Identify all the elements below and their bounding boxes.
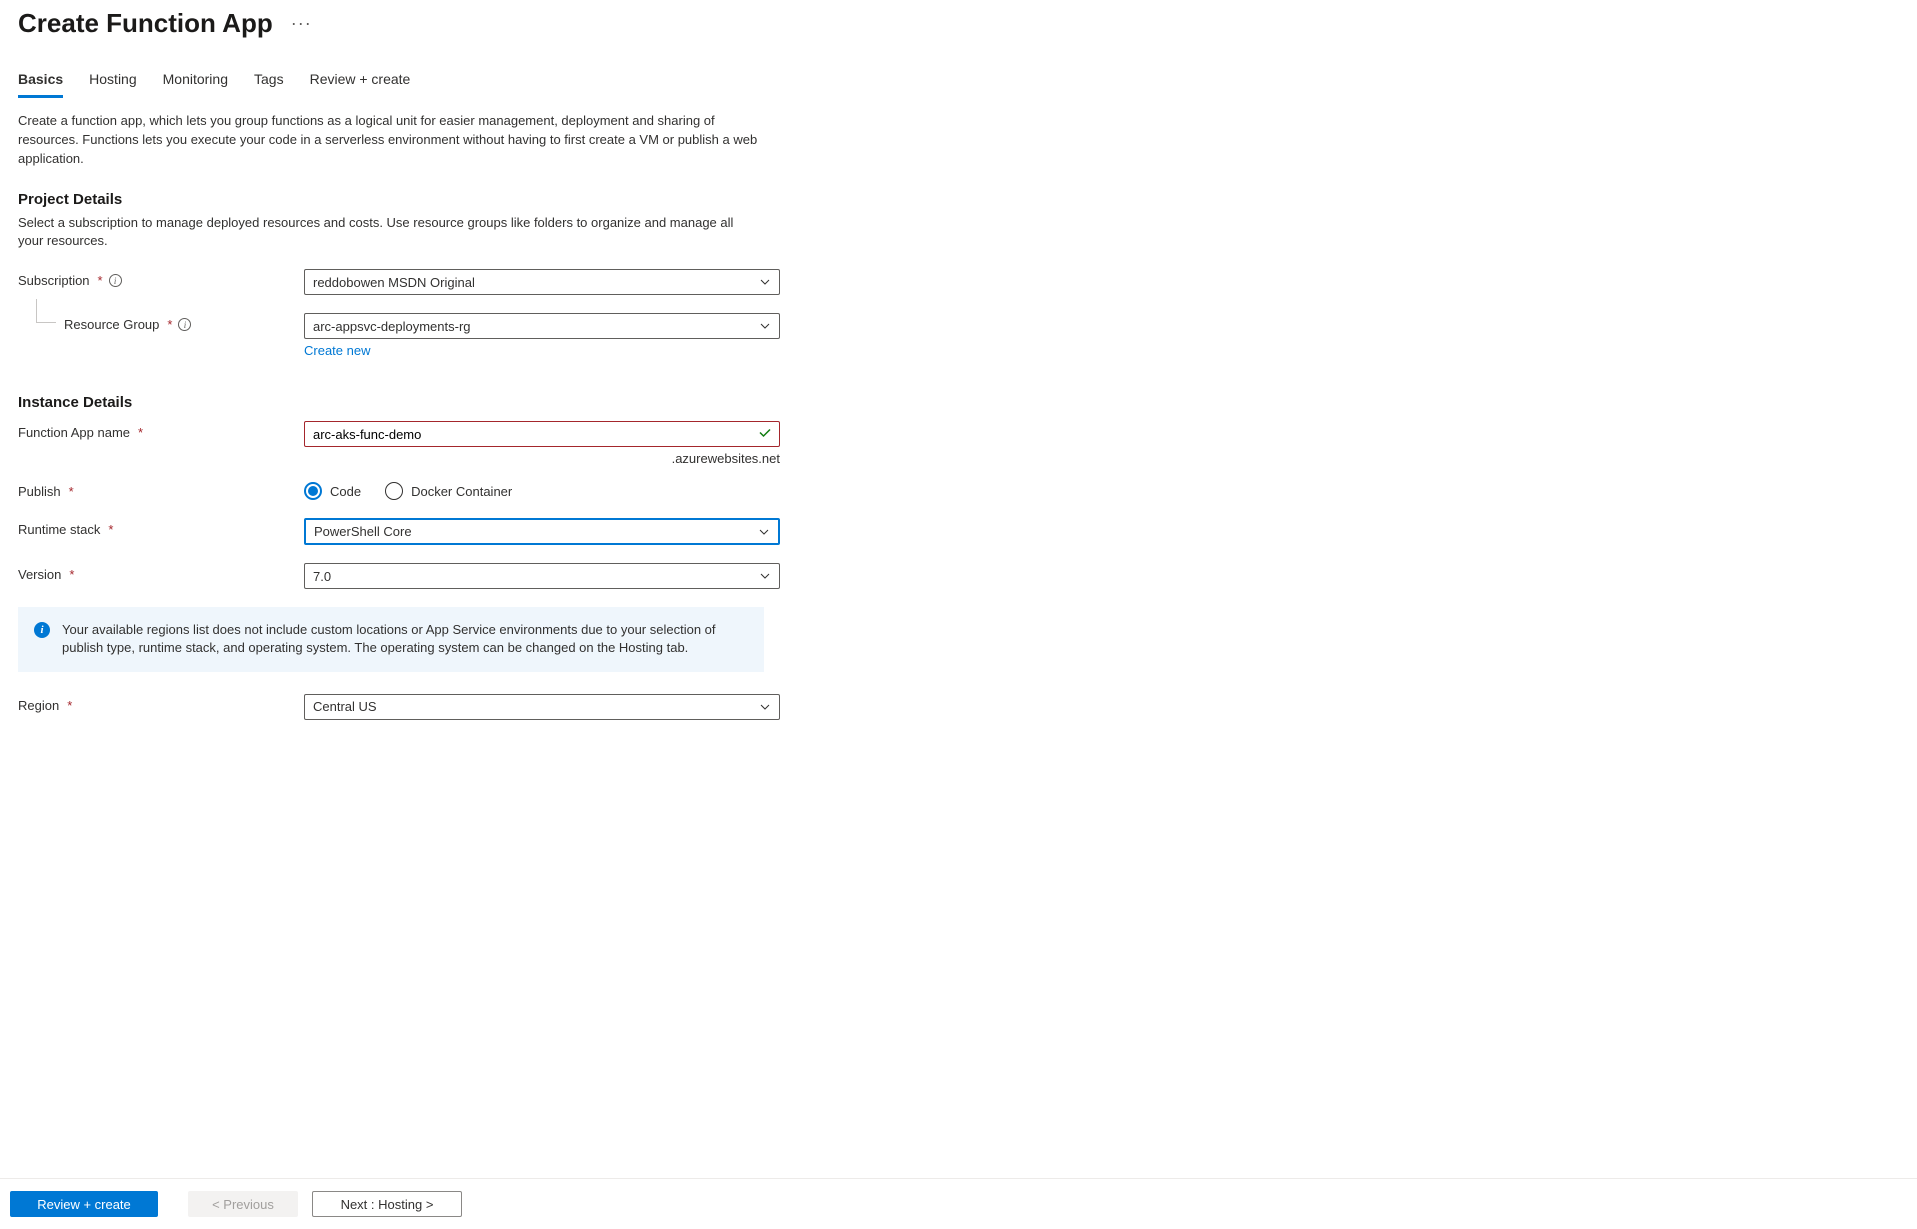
- required-marker: *: [108, 522, 113, 537]
- required-marker: *: [67, 698, 72, 713]
- tab-monitoring[interactable]: Monitoring: [163, 67, 228, 98]
- version-value: 7.0: [313, 569, 331, 584]
- required-marker: *: [69, 484, 74, 499]
- chevron-down-icon: [759, 701, 771, 713]
- info-icon[interactable]: i: [178, 318, 191, 331]
- info-icon: i: [34, 622, 50, 638]
- info-banner-text: Your available regions list does not inc…: [62, 621, 748, 657]
- chevron-down-icon: [758, 526, 770, 538]
- more-actions-icon[interactable]: ···: [291, 13, 312, 34]
- check-icon: [758, 426, 772, 443]
- runtime-stack-value: PowerShell Core: [314, 524, 412, 539]
- version-select[interactable]: 7.0: [304, 563, 780, 589]
- tab-review-create[interactable]: Review + create: [310, 67, 411, 98]
- publish-label: Publish: [18, 484, 61, 499]
- review-create-button[interactable]: Review + create: [10, 1191, 158, 1217]
- region-value: Central US: [313, 699, 377, 714]
- info-icon[interactable]: i: [109, 274, 122, 287]
- runtime-stack-select[interactable]: PowerShell Core: [304, 518, 780, 545]
- required-marker: *: [98, 273, 103, 288]
- tabs: Basics Hosting Monitoring Tags Review + …: [18, 67, 1899, 98]
- region-select[interactable]: Central US: [304, 694, 780, 720]
- next-button[interactable]: Next : Hosting >: [312, 1191, 462, 1217]
- publish-radio-docker[interactable]: Docker Container: [385, 482, 512, 500]
- required-marker: *: [138, 425, 143, 440]
- publish-code-label: Code: [330, 484, 361, 499]
- domain-suffix: .azurewebsites.net: [304, 451, 780, 466]
- info-banner: i Your available regions list does not i…: [18, 607, 764, 671]
- tab-hosting[interactable]: Hosting: [89, 67, 136, 98]
- required-marker: *: [69, 567, 74, 582]
- page-title: Create Function App: [18, 8, 273, 39]
- function-app-name-label: Function App name: [18, 425, 130, 440]
- region-label: Region: [18, 698, 59, 713]
- chevron-down-icon: [759, 320, 771, 332]
- chevron-down-icon: [759, 570, 771, 582]
- resource-group-value: arc-appsvc-deployments-rg: [313, 319, 471, 334]
- previous-button: < Previous: [188, 1191, 298, 1217]
- subscription-select[interactable]: reddobowen MSDN Original: [304, 269, 780, 295]
- subscription-label: Subscription: [18, 273, 90, 288]
- tab-tags[interactable]: Tags: [254, 67, 284, 98]
- project-details-heading: Project Details: [18, 191, 1899, 208]
- required-marker: *: [167, 317, 172, 332]
- function-app-name-input[interactable]: [304, 421, 780, 447]
- chevron-down-icon: [759, 276, 771, 288]
- resource-group-select[interactable]: arc-appsvc-deployments-rg: [304, 313, 780, 339]
- tab-basics[interactable]: Basics: [18, 67, 63, 98]
- instance-details-heading: Instance Details: [18, 394, 1899, 411]
- project-details-desc: Select a subscription to manage deployed…: [18, 214, 758, 252]
- wizard-footer: Review + create < Previous Next : Hostin…: [0, 1178, 1917, 1229]
- intro-text: Create a function app, which lets you gr…: [18, 112, 758, 169]
- create-new-link[interactable]: Create new: [304, 343, 370, 358]
- version-label: Version: [18, 567, 61, 582]
- subscription-value: reddobowen MSDN Original: [313, 275, 475, 290]
- publish-docker-label: Docker Container: [411, 484, 512, 499]
- resource-group-label: Resource Group: [64, 317, 159, 332]
- tree-connector: [36, 299, 56, 323]
- runtime-stack-label: Runtime stack: [18, 522, 100, 537]
- publish-radio-code[interactable]: Code: [304, 482, 361, 500]
